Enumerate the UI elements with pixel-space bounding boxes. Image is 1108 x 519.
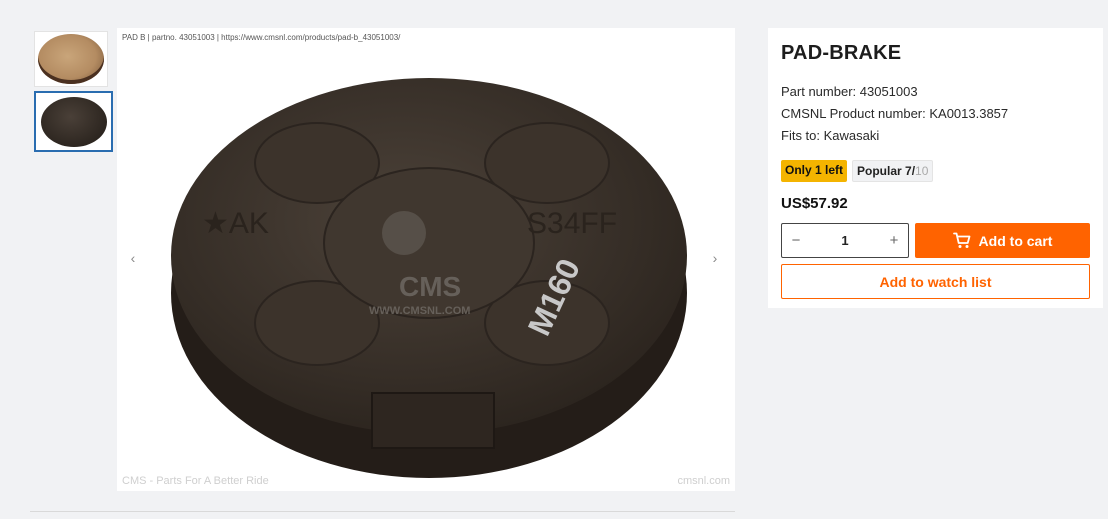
increase-quantity-button[interactable]: + (886, 232, 902, 249)
pad-tab (371, 392, 495, 449)
popularity-badge: Popular 7/10 (852, 160, 934, 182)
popularity-label: Popular 7/ (857, 164, 916, 178)
thumbnail-1[interactable] (34, 31, 108, 87)
quantity-stepper: − 1 + (781, 223, 909, 258)
product-page: PAD B | partno. 43051003 | https://www.c… (0, 0, 1108, 519)
thumbnail-list (34, 31, 114, 156)
stock-badge: Only 1 left (781, 160, 848, 182)
decrease-quantity-button[interactable]: − (788, 232, 804, 249)
thumbnail-image (38, 34, 104, 84)
cms-mascot-logo (382, 211, 426, 255)
watermark-tagline: CMS - Parts For A Better Ride (122, 475, 269, 487)
chevron-left-icon[interactable]: ‹ (125, 250, 141, 266)
cmsnl-product-number: CMSNL Product number: KA0013.3857 (781, 106, 1009, 121)
add-to-cart-label: Add to cart (978, 232, 1053, 249)
cart-icon (952, 232, 971, 249)
quantity-input[interactable]: 1 (841, 233, 848, 248)
fits-to: Fits to: Kawasaki (781, 128, 880, 143)
product-title: PAD-BRAKE (781, 42, 902, 64)
thumbnail-2-active[interactable] (34, 91, 113, 152)
brake-pad-image: ★AK S34FF M160 CMS WWW.CMSNL.COM (171, 78, 687, 478)
popularity-max: 10 (915, 164, 929, 178)
add-to-watch-list-button[interactable]: Add to watch list (781, 264, 1090, 299)
watermark-logo-url: WWW.CMSNL.COM (369, 305, 470, 317)
section-divider (30, 511, 735, 512)
part-number: Part number: 43051003 (781, 84, 918, 99)
chevron-right-icon[interactable]: › (707, 250, 723, 266)
product-info-panel: PAD-BRAKE Part number: 43051003 CMSNL Pr… (768, 28, 1103, 308)
add-to-cart-button[interactable]: Add to cart (915, 223, 1090, 258)
thumbnail-image (40, 96, 107, 147)
product-main-image[interactable]: PAD B | partno. 43051003 | https://www.c… (117, 28, 735, 491)
badge-row: Only 1 left Popular 7/10 (781, 160, 1090, 182)
pad-mark-left: ★AK (202, 207, 269, 240)
watermark-domain: cmsnl.com (677, 475, 730, 487)
price: US$57.92 (781, 195, 848, 212)
watermark-logo-text: CMS (399, 271, 461, 302)
buy-row: − 1 + Add to cart (781, 223, 1090, 258)
pad-mark-right: S34FF (527, 207, 617, 240)
